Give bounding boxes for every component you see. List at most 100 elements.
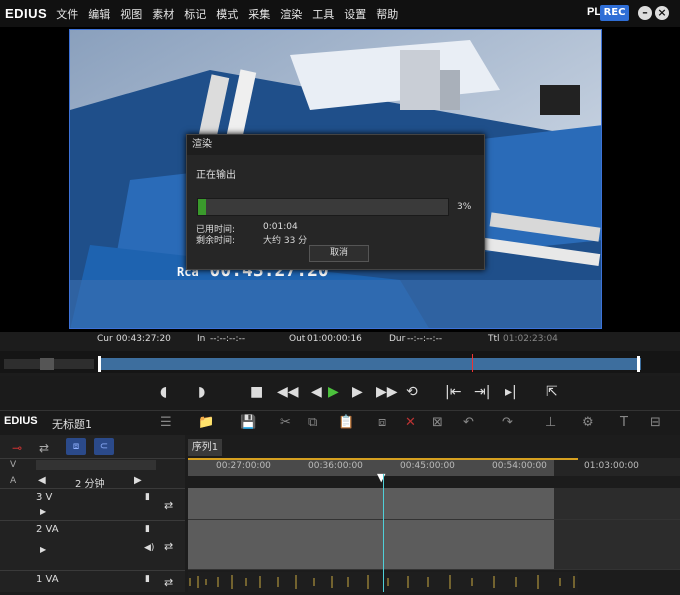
link-icon[interactable]: ⊂ bbox=[94, 438, 114, 455]
undo-icon[interactable]: ↶ bbox=[463, 415, 474, 430]
scrub-track[interactable] bbox=[98, 358, 641, 370]
open-icon[interactable]: 📁 bbox=[198, 415, 214, 430]
ruler-label-3: 00:45:00:00 bbox=[400, 461, 455, 471]
divider bbox=[0, 458, 185, 459]
out-label: Out bbox=[289, 334, 306, 344]
set-in-icon[interactable]: ◖ bbox=[160, 384, 167, 400]
menu-edit[interactable]: 编辑 bbox=[88, 6, 110, 22]
in-label: In bbox=[197, 334, 206, 344]
ruler-label-1: 00:27:00:00 bbox=[216, 461, 271, 471]
loop-icon[interactable]: ⟲ bbox=[406, 384, 418, 400]
expand-2va-icon[interactable]: ▶ bbox=[40, 545, 46, 554]
cancel-button[interactable]: 取消 bbox=[309, 245, 369, 262]
save-icon[interactable]: 💾 bbox=[240, 415, 256, 430]
fast-forward-icon[interactable]: ▶▶ bbox=[376, 384, 398, 400]
ttl-label: Ttl bbox=[488, 334, 500, 344]
divider bbox=[0, 570, 185, 571]
audio-mute-2va-icon[interactable]: ◀) bbox=[144, 543, 154, 553]
playhead-marker-icon[interactable]: ▼ bbox=[377, 471, 385, 484]
step-forward-icon[interactable]: ▶ bbox=[352, 384, 363, 400]
replace-icon[interactable]: ⧈ bbox=[378, 415, 386, 430]
project-logo: EDIUS bbox=[4, 415, 38, 427]
divider bbox=[0, 520, 185, 521]
timeline-playhead[interactable] bbox=[383, 474, 384, 592]
copy-icon[interactable]: ⧉ bbox=[308, 415, 317, 430]
sync-icon[interactable]: ⧈ bbox=[66, 438, 86, 455]
menu-settings[interactable]: 设置 bbox=[344, 6, 366, 22]
expand-3v-icon[interactable]: ▶ bbox=[40, 507, 46, 516]
render-dialog: 渲染 正在输出 3% 已用时间: 0:01:04 剩余时间: 大约 33 分 取… bbox=[186, 134, 485, 270]
track-label-3v: 3 V bbox=[36, 492, 53, 503]
title-icon[interactable]: T bbox=[620, 415, 628, 430]
dialog-title: 渲染 bbox=[187, 135, 484, 155]
delete-icon[interactable]: ✕ bbox=[405, 415, 416, 430]
menu-tools[interactable]: 工具 bbox=[312, 6, 334, 22]
menu-mode[interactable]: 模式 bbox=[216, 6, 238, 22]
elapsed-value: 0:01:04 bbox=[263, 222, 298, 232]
track-patch-3v-icon[interactable]: ⇄ bbox=[164, 499, 173, 512]
video-mute-2va-icon[interactable]: ▮ bbox=[145, 524, 150, 534]
out-timecode: 01:00:00:16 bbox=[307, 334, 362, 344]
header-v-label: V bbox=[10, 460, 17, 470]
menu-help[interactable]: 帮助 bbox=[376, 6, 398, 22]
insert-icon[interactable]: |⇤ bbox=[445, 384, 461, 400]
track-tool-icon-2[interactable]: ⇄ bbox=[39, 441, 49, 455]
export-icon[interactable]: ▸| bbox=[505, 384, 517, 400]
track-2va-empty[interactable] bbox=[554, 520, 680, 570]
video-mute-3v-icon[interactable]: ▮ bbox=[145, 492, 150, 502]
transport-bar bbox=[0, 376, 680, 410]
close-button[interactable]: × bbox=[655, 6, 669, 20]
track-patch-1va-icon[interactable]: ⇄ bbox=[164, 576, 173, 589]
menu-render[interactable]: 渲染 bbox=[280, 6, 302, 22]
cut-icon[interactable]: ✂ bbox=[280, 415, 291, 430]
out-point-marker[interactable] bbox=[637, 356, 640, 372]
ruler-label-5: 01:03:00:00 bbox=[584, 461, 639, 471]
project-name[interactable]: 无标题1 bbox=[52, 416, 92, 432]
render-progress-fill bbox=[198, 199, 206, 215]
paste-icon[interactable]: 📋 bbox=[338, 415, 354, 430]
menu-clip[interactable]: 素材 bbox=[152, 6, 174, 22]
output-icon[interactable]: ⇱ bbox=[546, 384, 558, 400]
set-out-icon[interactable]: ◗ bbox=[198, 384, 205, 400]
menu-capture[interactable]: 采集 bbox=[248, 6, 270, 22]
scrub-position-marker[interactable] bbox=[472, 354, 473, 372]
rec-mode-button[interactable]: REC bbox=[600, 5, 629, 21]
divider bbox=[0, 488, 185, 489]
zoom-slider[interactable] bbox=[36, 460, 156, 470]
marker-icon[interactable]: ⊥ bbox=[545, 415, 556, 430]
in-point-marker[interactable] bbox=[98, 356, 101, 372]
remaining-value: 大约 33 分 bbox=[263, 236, 308, 246]
minimize-button[interactable]: – bbox=[638, 6, 652, 20]
track-3v-empty[interactable] bbox=[554, 488, 680, 520]
tab-sequence1[interactable]: 序列1 bbox=[188, 439, 222, 456]
render-icon[interactable]: ⊟ bbox=[650, 415, 661, 430]
dur-timecode: --:--:--:-- bbox=[407, 334, 443, 344]
render-status: 正在输出 bbox=[196, 170, 236, 181]
step-back-icon[interactable]: ◀ bbox=[311, 384, 322, 400]
menu-view[interactable]: 视图 bbox=[120, 6, 142, 22]
menu-file[interactable]: 文件 bbox=[56, 6, 78, 22]
cur-label: Cur bbox=[97, 334, 113, 344]
track-2va[interactable] bbox=[188, 520, 554, 570]
effect-icon[interactable]: ⚙ bbox=[582, 415, 594, 430]
play-icon[interactable]: ▶ bbox=[328, 384, 339, 400]
zoom-right-arrow[interactable]: ▶ bbox=[134, 475, 142, 486]
cur-timecode: 00:43:27:20 bbox=[116, 334, 171, 344]
track-label-2va: 2 VA bbox=[36, 524, 59, 535]
ruler-label-2: 00:36:00:00 bbox=[308, 461, 363, 471]
ripple-delete-icon[interactable]: ⊠ bbox=[432, 415, 443, 430]
rewind-icon[interactable]: ◀◀ bbox=[277, 384, 299, 400]
overwrite-icon[interactable]: ⇥| bbox=[474, 384, 490, 400]
sequence-icon[interactable]: ☰ bbox=[160, 415, 172, 430]
menu-marker[interactable]: 标记 bbox=[184, 6, 206, 22]
redo-icon[interactable]: ↷ bbox=[502, 415, 513, 430]
track-tool-icon-1[interactable]: ⊸ bbox=[12, 441, 22, 455]
timecode-row: Cur 00:43:27:20 In --:--:--:-- Out 01:00… bbox=[0, 334, 680, 348]
stop-icon[interactable]: ■ bbox=[250, 384, 263, 400]
track-3v[interactable] bbox=[188, 488, 554, 520]
video-mute-1va-icon[interactable]: ▮ bbox=[145, 574, 150, 584]
zoom-left-arrow[interactable]: ◀ bbox=[38, 475, 46, 486]
shuttle-handle[interactable] bbox=[40, 358, 54, 370]
track-patch-2va-icon[interactable]: ⇄ bbox=[164, 540, 173, 553]
remaining-label: 剩余时间: bbox=[196, 236, 236, 246]
